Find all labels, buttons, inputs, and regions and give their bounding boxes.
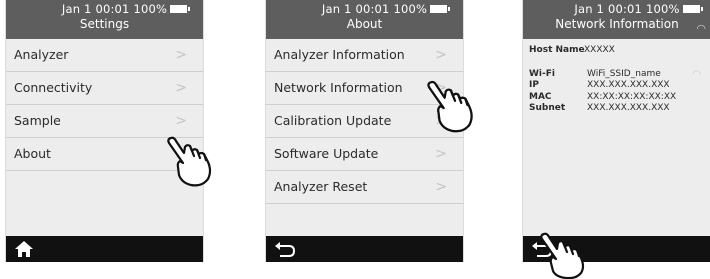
- mac-label: MAC: [529, 91, 552, 102]
- battery-icon: [682, 5, 703, 13]
- status-bar: Jan 1 00:01 100%: [523, 0, 710, 16]
- menu-item-connectivity[interactable]: Connectivity >: [6, 72, 203, 105]
- battery-level: 100%: [393, 2, 428, 16]
- wifi-row: Wi-Fi WiFi_SSID_name ◠: [529, 69, 705, 81]
- status-date: Jan: [61, 2, 81, 16]
- chevron-right-icon: >: [175, 80, 187, 96]
- status-time: 00:01: [95, 2, 130, 16]
- chevron-right-icon: >: [435, 146, 447, 162]
- tap-hand-icon: [540, 232, 585, 279]
- menu-item-software-update[interactable]: Software Update >: [266, 138, 463, 171]
- host-name-row: Host Name XXXXX: [529, 45, 705, 57]
- status-date: Jan: [574, 2, 593, 16]
- network-information-screen: Jan 1 00:01 100% Network Information ◠ H…: [522, 0, 710, 262]
- network-info-panel: Host Name XXXXX Wi-Fi WiFi_SSID_name ◠ I…: [523, 39, 710, 121]
- wifi-ssid-value: WiFi_SSID_name: [587, 68, 661, 79]
- wifi-label: Wi-Fi: [529, 68, 555, 79]
- tap-hand-icon: [167, 136, 212, 187]
- menu-item-label: Connectivity: [14, 80, 93, 95]
- status-day: 1: [344, 2, 352, 16]
- page-title: Settings: [79, 17, 130, 31]
- host-name-value: XXXXX: [584, 45, 615, 55]
- menu-item-label: Analyzer Information: [274, 47, 405, 62]
- status-day: 1: [596, 2, 605, 16]
- screen-header: Jan 1 00:01 100% Network Information ◠: [523, 0, 710, 39]
- status-time: 00:01: [607, 2, 643, 16]
- menu-item-label: About: [14, 146, 51, 161]
- status-bar: Jan 1 00:01 100%: [6, 0, 203, 16]
- screen-header: Jan 1 00:01 100% Settings: [6, 0, 203, 39]
- page-title: About: [346, 17, 383, 31]
- menu-item-label: Sample: [14, 113, 61, 128]
- settings-screen: Jan 1 00:01 100% Settings Analyzer > Conn…: [5, 0, 204, 262]
- mac-row: MAC XX:XX:XX:XX:XX:XX: [529, 92, 705, 104]
- status-time: 00:01: [355, 2, 390, 16]
- status-bar: Jan 1 00:01 100%: [266, 0, 463, 16]
- tap-hand-icon: [427, 80, 473, 133]
- chevron-right-icon: >: [175, 47, 187, 63]
- back-icon[interactable]: [274, 240, 296, 258]
- bottom-nav-bar: [6, 236, 203, 262]
- screen-header: Jan 1 00:01 100% About: [266, 0, 463, 39]
- menu-item-label: Calibration Update: [274, 113, 392, 128]
- battery-level: 100%: [645, 2, 680, 16]
- subnet-value: XXX.XXX.XXX.XXX: [587, 103, 670, 113]
- menu-item-label: Analyzer: [14, 47, 69, 62]
- battery-icon: [170, 5, 191, 13]
- ip-row: IP XXX.XXX.XXX.XXX: [529, 80, 705, 92]
- menu-item-label: Analyzer Reset: [274, 179, 368, 194]
- battery-icon: [430, 5, 451, 13]
- mac-value: XX:XX:XX:XX:XX:XX: [587, 91, 677, 102]
- home-icon[interactable]: [14, 240, 34, 258]
- page-title: Network Information: [555, 17, 679, 31]
- ip-label: IP: [529, 80, 539, 90]
- chevron-right-icon: >: [435, 179, 447, 195]
- battery-level: 100%: [133, 2, 168, 16]
- chevron-right-icon: >: [435, 47, 447, 63]
- wifi-signal-icon: ◠: [692, 68, 701, 80]
- status-day: 1: [84, 2, 92, 16]
- menu-item-analyzer[interactable]: Analyzer >: [6, 39, 203, 72]
- subnet-label: Subnet: [529, 103, 566, 113]
- subnet-row: Subnet XXX.XXX.XXX.XXX: [529, 103, 705, 115]
- menu-item-label: Network Information: [274, 80, 403, 95]
- bottom-nav-bar: [266, 236, 463, 262]
- status-date: Jan: [321, 2, 341, 16]
- menu-item-label: Software Update: [274, 146, 379, 161]
- ip-value: XXX.XXX.XXX.XXX: [587, 80, 670, 90]
- wifi-icon: ◠: [696, 22, 706, 35]
- menu-item-analyzer-reset[interactable]: Analyzer Reset >: [266, 171, 463, 204]
- host-name-label: Host Name: [529, 45, 585, 55]
- menu-item-analyzer-information[interactable]: Analyzer Information >: [266, 39, 463, 72]
